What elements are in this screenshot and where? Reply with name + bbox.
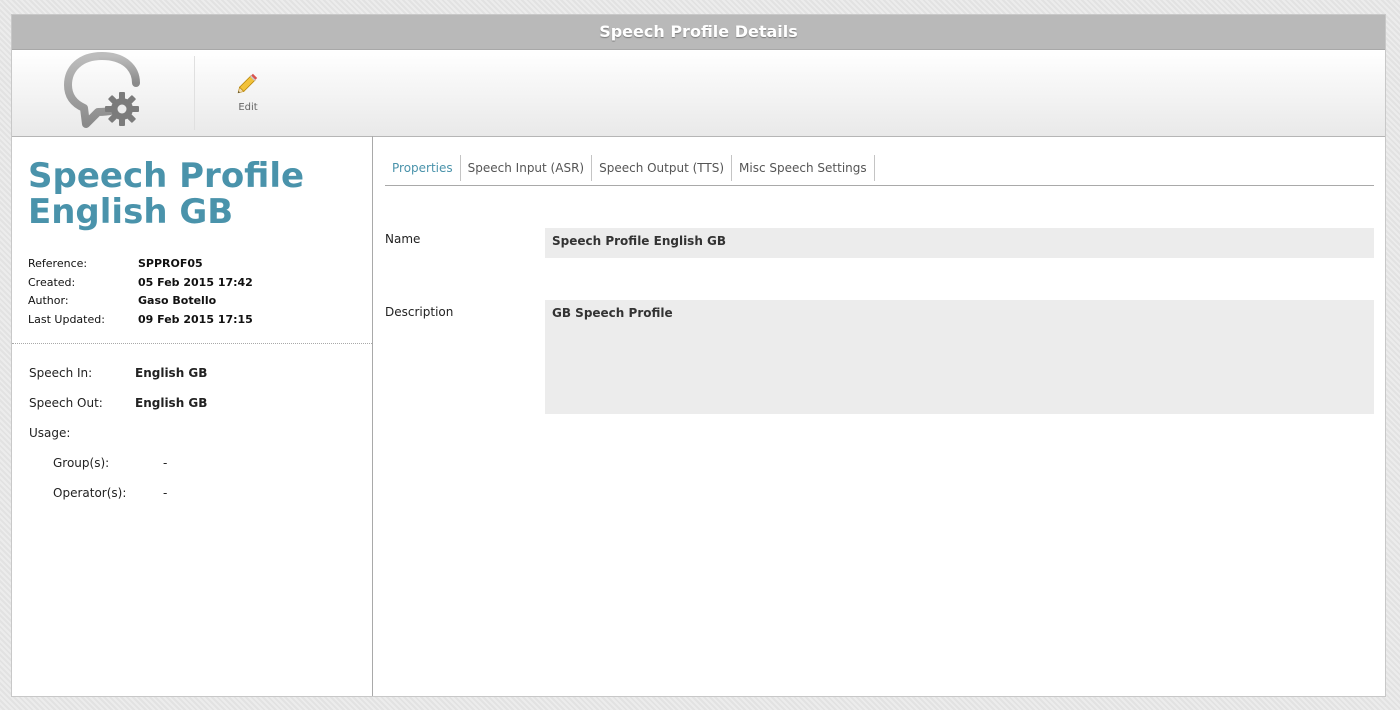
speech-bubble-gear-icon bbox=[64, 52, 140, 128]
profile-usage-info: Speech In: English GB Speech Out: English … bbox=[29, 358, 207, 508]
meta-author: Author: Gaso Botello bbox=[28, 292, 253, 311]
page-title: Speech Profile English GB bbox=[28, 158, 304, 230]
tab-bar: Properties Speech Input (ASR) Speech Out… bbox=[385, 155, 1374, 186]
edit-button[interactable]: Edit bbox=[226, 68, 270, 120]
meta-value: SPPROF05 bbox=[138, 257, 203, 270]
speech-out-label: Speech Out: bbox=[29, 396, 103, 410]
speech-in-row: Speech In: English GB bbox=[29, 358, 207, 388]
groups-label: Group(s): bbox=[53, 456, 110, 470]
title-line-1: Speech Profile bbox=[28, 156, 305, 196]
meta-label: Reference: bbox=[28, 257, 88, 270]
meta-label: Last Updated: bbox=[28, 312, 105, 326]
usage-row: Usage: bbox=[29, 418, 207, 448]
speech-out-value: English GB bbox=[135, 396, 208, 410]
meta-value: Gaso Botello bbox=[138, 294, 217, 307]
tab-misc-speech-settings[interactable]: Misc Speech Settings bbox=[732, 155, 875, 181]
operators-row: Operator(s): - bbox=[29, 478, 207, 508]
edit-label: Edit bbox=[238, 102, 258, 113]
speech-out-row: Speech Out: English GB bbox=[29, 388, 207, 418]
toolbar: Edit bbox=[12, 50, 1385, 137]
tab-speech-output[interactable]: Speech Output (TTS) bbox=[592, 155, 733, 181]
description-label: Description bbox=[385, 305, 454, 319]
toolbar-separator bbox=[194, 56, 195, 130]
window-title: Speech Profile Details bbox=[12, 15, 1385, 50]
name-label: Name bbox=[385, 232, 421, 246]
profile-summary-pane: Speech Profile English GB Reference: SPPR… bbox=[12, 136, 373, 696]
description-field: GB Speech Profile bbox=[545, 300, 1374, 414]
meta-value: 09 Feb 2015 17:15 bbox=[138, 312, 253, 326]
pencil-icon bbox=[237, 73, 258, 94]
meta-created: Created: 05 Feb 2015 17:42 bbox=[28, 274, 253, 293]
meta-reference: Reference: SPPROF05 bbox=[28, 255, 253, 274]
profile-meta: Reference: SPPROF05 Created: 05 Feb 2015 1… bbox=[28, 255, 253, 329]
section-divider bbox=[12, 343, 372, 344]
name-field: Speech Profile English GB bbox=[545, 228, 1374, 258]
meta-value: 05 Feb 2015 17:42 bbox=[138, 275, 253, 289]
groups-value: - bbox=[163, 456, 168, 470]
groups-row: Group(s): - bbox=[29, 448, 207, 478]
operators-label: Operator(s): bbox=[53, 486, 127, 500]
speech-in-value: English GB bbox=[135, 366, 208, 380]
title-line-2: English GB bbox=[28, 192, 234, 232]
meta-label: Created: bbox=[28, 275, 76, 289]
tab-properties[interactable]: Properties bbox=[385, 155, 461, 181]
meta-last-updated: Last Updated: 09 Feb 2015 17:15 bbox=[28, 311, 253, 330]
speech-in-label: Speech In: bbox=[29, 366, 93, 380]
speech-profile-window: Speech Profile Details Edit Speech Profi… bbox=[11, 14, 1386, 697]
meta-label: Author: bbox=[28, 294, 69, 307]
profile-details-pane: Properties Speech Input (ASR) Speech Out… bbox=[373, 136, 1385, 696]
tab-speech-input[interactable]: Speech Input (ASR) bbox=[461, 155, 593, 181]
operators-value: - bbox=[163, 486, 168, 500]
usage-label: Usage: bbox=[29, 426, 71, 440]
